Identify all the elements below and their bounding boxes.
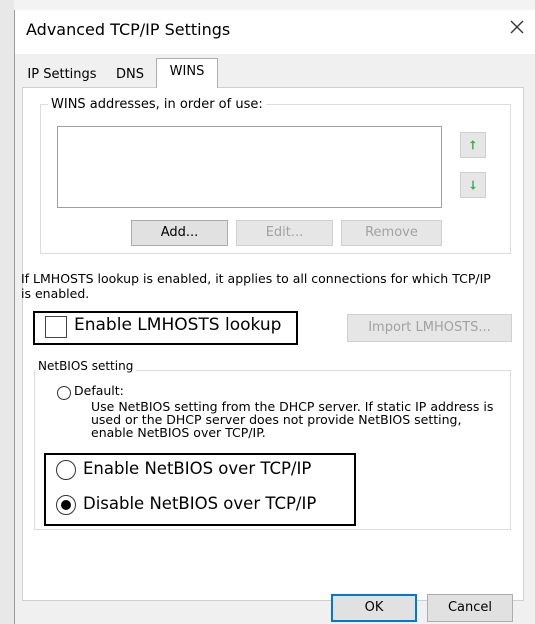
tab-wins[interactable]: WINS bbox=[156, 58, 218, 88]
wins-address-list[interactable] bbox=[57, 126, 442, 208]
close-icon bbox=[510, 20, 524, 34]
background-top-gap bbox=[14, 0, 535, 10]
arrow-down-icon: ⭣ bbox=[470, 178, 476, 192]
lmhosts-info-text: If LMHOSTS lookup is enabled, it applies… bbox=[21, 271, 491, 301]
remove-button[interactable]: Remove bbox=[341, 220, 442, 246]
edit-button[interactable]: Edit... bbox=[236, 220, 333, 246]
add-button[interactable]: Add... bbox=[131, 220, 228, 246]
background-window-strip bbox=[0, 0, 14, 624]
tab-ip-settings[interactable]: IP Settings bbox=[22, 63, 102, 87]
ok-button[interactable]: OK bbox=[331, 594, 417, 622]
netbios-highlight-box bbox=[44, 453, 356, 526]
move-up-button[interactable]: ⭡ bbox=[460, 132, 486, 158]
close-button[interactable] bbox=[506, 16, 528, 38]
move-down-button[interactable]: ⭣ bbox=[460, 172, 486, 198]
netbios-default-radio[interactable] bbox=[57, 386, 71, 400]
netbios-default-description: Use NetBIOS setting from the DHCP server… bbox=[91, 399, 494, 440]
netbios-default-label[interactable]: Default: bbox=[74, 383, 124, 398]
import-lmhosts-button[interactable]: Import LMHOSTS... bbox=[347, 314, 512, 342]
cancel-button[interactable]: Cancel bbox=[427, 594, 513, 622]
lmhosts-highlight-box bbox=[33, 311, 298, 345]
dialog-title: Advanced TCP/IP Settings bbox=[26, 20, 231, 39]
netbios-setting-label: NetBIOS setting bbox=[35, 359, 137, 373]
tab-dns[interactable]: DNS bbox=[108, 63, 152, 87]
arrow-up-icon: ⭡ bbox=[470, 138, 476, 152]
wins-addresses-label: WINS addresses, in order of use: bbox=[48, 97, 266, 112]
